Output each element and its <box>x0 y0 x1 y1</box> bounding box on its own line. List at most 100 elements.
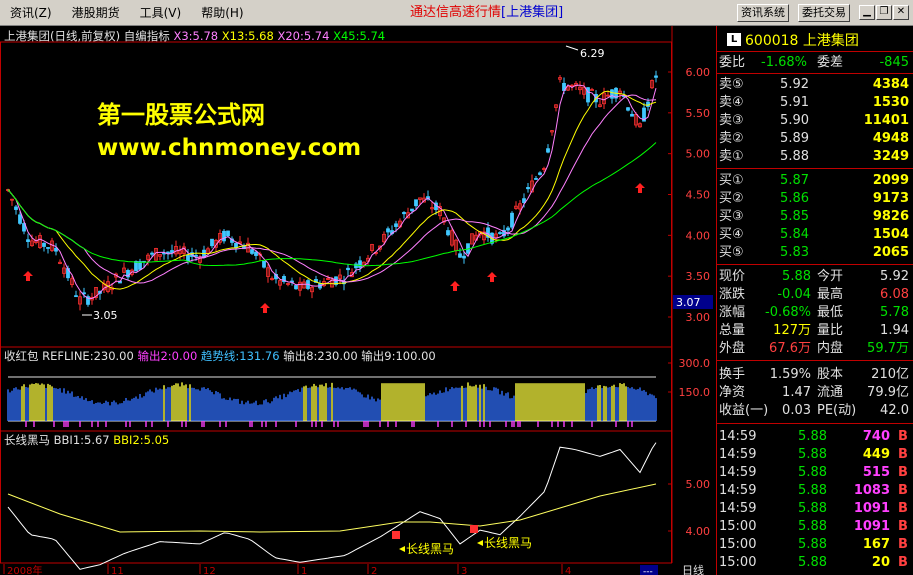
tick-price: 5.88 <box>798 447 827 462</box>
candle-body <box>410 208 414 212</box>
tick-time: 14:59 <box>719 483 757 498</box>
candle-body <box>610 89 614 99</box>
ma-x3: X3:5.78 <box>173 29 219 43</box>
candle-body <box>458 253 462 258</box>
sub1-trend: 趋势线:131.76 <box>200 349 280 363</box>
sell-volume: 4948 <box>872 131 909 146</box>
buy-volume: 9173 <box>872 191 909 206</box>
tick-price: 5.88 <box>798 537 827 552</box>
stat-label: 涨跌 <box>719 287 746 302</box>
sell-row: 卖② 5.89 4948 <box>717 130 913 147</box>
buy-volume: 9826 <box>872 209 909 224</box>
price-tick-label: 3.50 <box>686 270 711 283</box>
candle-body <box>462 255 466 259</box>
candle-body <box>194 254 198 257</box>
tick-volume: 515 <box>862 465 890 480</box>
sub1-bars <box>7 382 657 427</box>
ma-x45: X45:5.74 <box>333 29 386 43</box>
candle-body <box>526 187 530 190</box>
stat-row: 外盘 67.6万 内盘 59.7万 <box>717 340 913 357</box>
window-title: 通达信高速行情[上港集团] <box>410 0 563 26</box>
menu-bar: 资讯(Z) 港股期货 工具(V) 帮助(H) 通达信高速行情[上港集团] 资讯系… <box>0 0 913 26</box>
chart-area[interactable]: 6.00 5.50 5.00 4.50 4.00 3.50 3.00 3.07 300.0 150… <box>0 26 716 575</box>
tick-price: 5.88 <box>798 519 827 534</box>
news-system-button[interactable]: 资讯系统 <box>737 4 789 22</box>
candle-body <box>394 223 398 227</box>
main-chart-header: 上港集团(日线,前复权) 自编指标 X3:5.78 X13:5.68 X20:5… <box>4 28 385 44</box>
menu-tools[interactable]: 工具(V) <box>130 0 192 26</box>
candle-body <box>534 178 538 180</box>
sell-label: 卖④ <box>719 95 744 110</box>
high-marker-line <box>565 45 579 51</box>
stat-value: 1.47 <box>782 385 811 400</box>
candle-body <box>42 242 46 247</box>
buy-price: 5.84 <box>780 227 809 242</box>
stat-label: 外盘 <box>719 341 746 356</box>
candle-body <box>294 285 298 290</box>
sell-volume: 3249 <box>872 149 909 164</box>
signal-arrow-icon <box>399 546 405 552</box>
candle-body <box>150 252 154 255</box>
sell-price: 5.89 <box>780 131 809 146</box>
main-panel-frame <box>0 41 672 348</box>
sub2-header: 长线黑马 BBI1:5.67 BBI2:5.05 <box>4 432 169 448</box>
tick-price: 5.88 <box>798 501 827 516</box>
minimize-icon[interactable]: ▁ <box>859 5 875 20</box>
candle-body <box>254 251 258 256</box>
sell-price: 5.88 <box>780 149 809 164</box>
menu-info[interactable]: 资讯(Z) <box>0 0 62 26</box>
candle-body <box>590 89 594 91</box>
buy-label: 买② <box>719 191 744 206</box>
tick-price: 5.88 <box>798 465 827 480</box>
stat-row: 换手 1.59% 股本 210亿 <box>717 366 913 383</box>
watermark-url: www.chnmoney.com <box>97 135 362 161</box>
divider <box>717 264 913 265</box>
stat-row: 现价 5.88 今开 5.92 <box>717 268 913 285</box>
signal-label: 长线黑马 <box>406 542 454 556</box>
stat-row: 收益(一) 0.03 PE(动) 42.0 <box>717 402 913 419</box>
buy-price: 5.86 <box>780 191 809 206</box>
menu-hk-futures[interactable]: 港股期货 <box>62 0 130 26</box>
price-tick-label: 4.00 <box>686 229 711 242</box>
stock-title-bracket: [上港集团] <box>501 5 564 20</box>
quote-stock-title: L 600018 上港集团 <box>717 26 913 52</box>
candle-body <box>54 247 58 252</box>
sell-row: 卖③ 5.90 11401 <box>717 112 913 129</box>
restore-icon[interactable]: ❐ <box>876 5 892 20</box>
signal-marker-icon <box>470 525 478 533</box>
stat-value: 79.9亿 <box>867 385 909 400</box>
candle-body <box>446 230 450 236</box>
stat-value: 1.94 <box>880 323 909 338</box>
sub1-out9: 输出9:100.00 <box>361 349 436 363</box>
menu-help[interactable]: 帮助(H) <box>191 0 253 26</box>
close-icon[interactable]: ✕ <box>893 5 909 20</box>
tick-time: 14:59 <box>719 501 757 516</box>
buy-volume: 2065 <box>872 245 909 260</box>
order-trade-button[interactable]: 委托交易 <box>798 4 850 22</box>
sub2-tick-label: 5.00 <box>686 478 711 491</box>
stat-value: 0.03 <box>782 403 811 418</box>
low-label: 3.05 <box>93 309 118 322</box>
tick-side: B <box>898 501 908 516</box>
buy-row: 买③ 5.85 9826 <box>717 208 913 225</box>
stat-value: 210亿 <box>871 367 909 382</box>
stat-value: 5.92 <box>880 269 909 284</box>
sell-volume: 11401 <box>863 113 909 128</box>
sell-label: 卖② <box>719 131 744 146</box>
buy-label: 买① <box>719 173 744 188</box>
candle-body <box>222 230 226 242</box>
tick-volume: 20 <box>871 555 890 570</box>
stat-label: 股本 <box>817 367 844 382</box>
quote-panel: L 600018 上港集团 委比 -1.68% 委差 -845 卖⑤ 5.92 4384 卖④… <box>716 26 913 575</box>
bbi1-line <box>7 442 657 570</box>
weicha-value: -845 <box>879 55 909 70</box>
candle-body <box>506 227 510 231</box>
tick-time: 14:59 <box>719 429 757 444</box>
divider <box>717 168 913 169</box>
stat-label: 最高 <box>817 287 844 302</box>
time-label: 1 <box>301 566 307 575</box>
price-tick-label: 5.50 <box>686 107 711 120</box>
weibi-label: 委比 <box>719 55 746 70</box>
candle-body <box>498 232 502 235</box>
quote-stock-name: 600018 上港集团 <box>745 30 859 50</box>
